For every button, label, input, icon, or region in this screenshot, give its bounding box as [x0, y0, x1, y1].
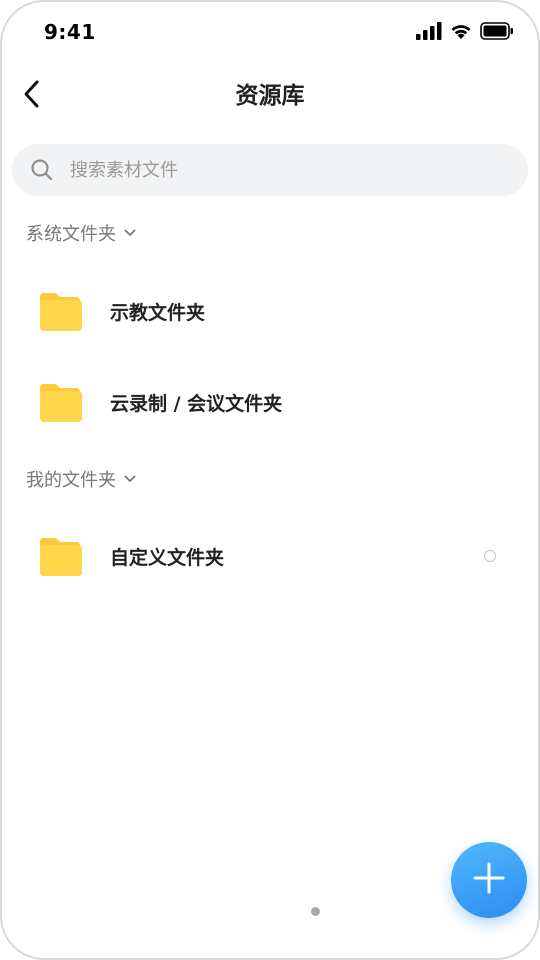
folder-label: 自定义文件夹 [110, 546, 225, 569]
folder-row-cloud-recording[interactable]: 云录制 / 会议文件夹 [0, 362, 540, 442]
folder-label: 云录制 / 会议文件夹 [110, 392, 283, 415]
search-bar[interactable] [12, 144, 528, 196]
search-icon [30, 158, 54, 182]
page-title: 资源库 [235, 83, 305, 109]
chevron-down-icon [124, 475, 136, 483]
folder-icon [38, 380, 82, 424]
chevron-down-icon [124, 229, 136, 237]
section-title: 我的文件夹 [26, 470, 116, 491]
folder-icon [38, 289, 82, 333]
section-header-my-folders[interactable]: 我的文件夹 [26, 466, 136, 492]
battery-icon [480, 22, 514, 44]
add-button[interactable] [451, 842, 527, 918]
search-input[interactable] [68, 158, 492, 182]
section-title: 系统文件夹 [26, 224, 116, 245]
nav-bar: 资源库 [0, 64, 540, 128]
page-indicator-dot [311, 907, 320, 916]
folder-row-teaching[interactable]: 示教文件夹 [0, 271, 540, 351]
folder-label: 示教文件夹 [110, 301, 206, 324]
status-bar: 9:41 [0, 0, 540, 64]
folder-row-custom[interactable]: 自定义文件夹 [0, 516, 540, 596]
status-time: 9:41 [44, 20, 96, 44]
folder-icon [38, 534, 82, 578]
plus-icon [472, 861, 506, 899]
wifi-icon [450, 22, 472, 44]
signal-icon [416, 22, 442, 44]
status-icons [416, 22, 514, 44]
phone-screen: 9:41 资源库 搜索素材文件 系统文件夹 示教文件夹 云录制 / 会议文件夹 … [0, 0, 540, 960]
section-header-system-folders[interactable]: 系统文件夹 [26, 220, 136, 246]
select-radio[interactable] [484, 550, 496, 562]
